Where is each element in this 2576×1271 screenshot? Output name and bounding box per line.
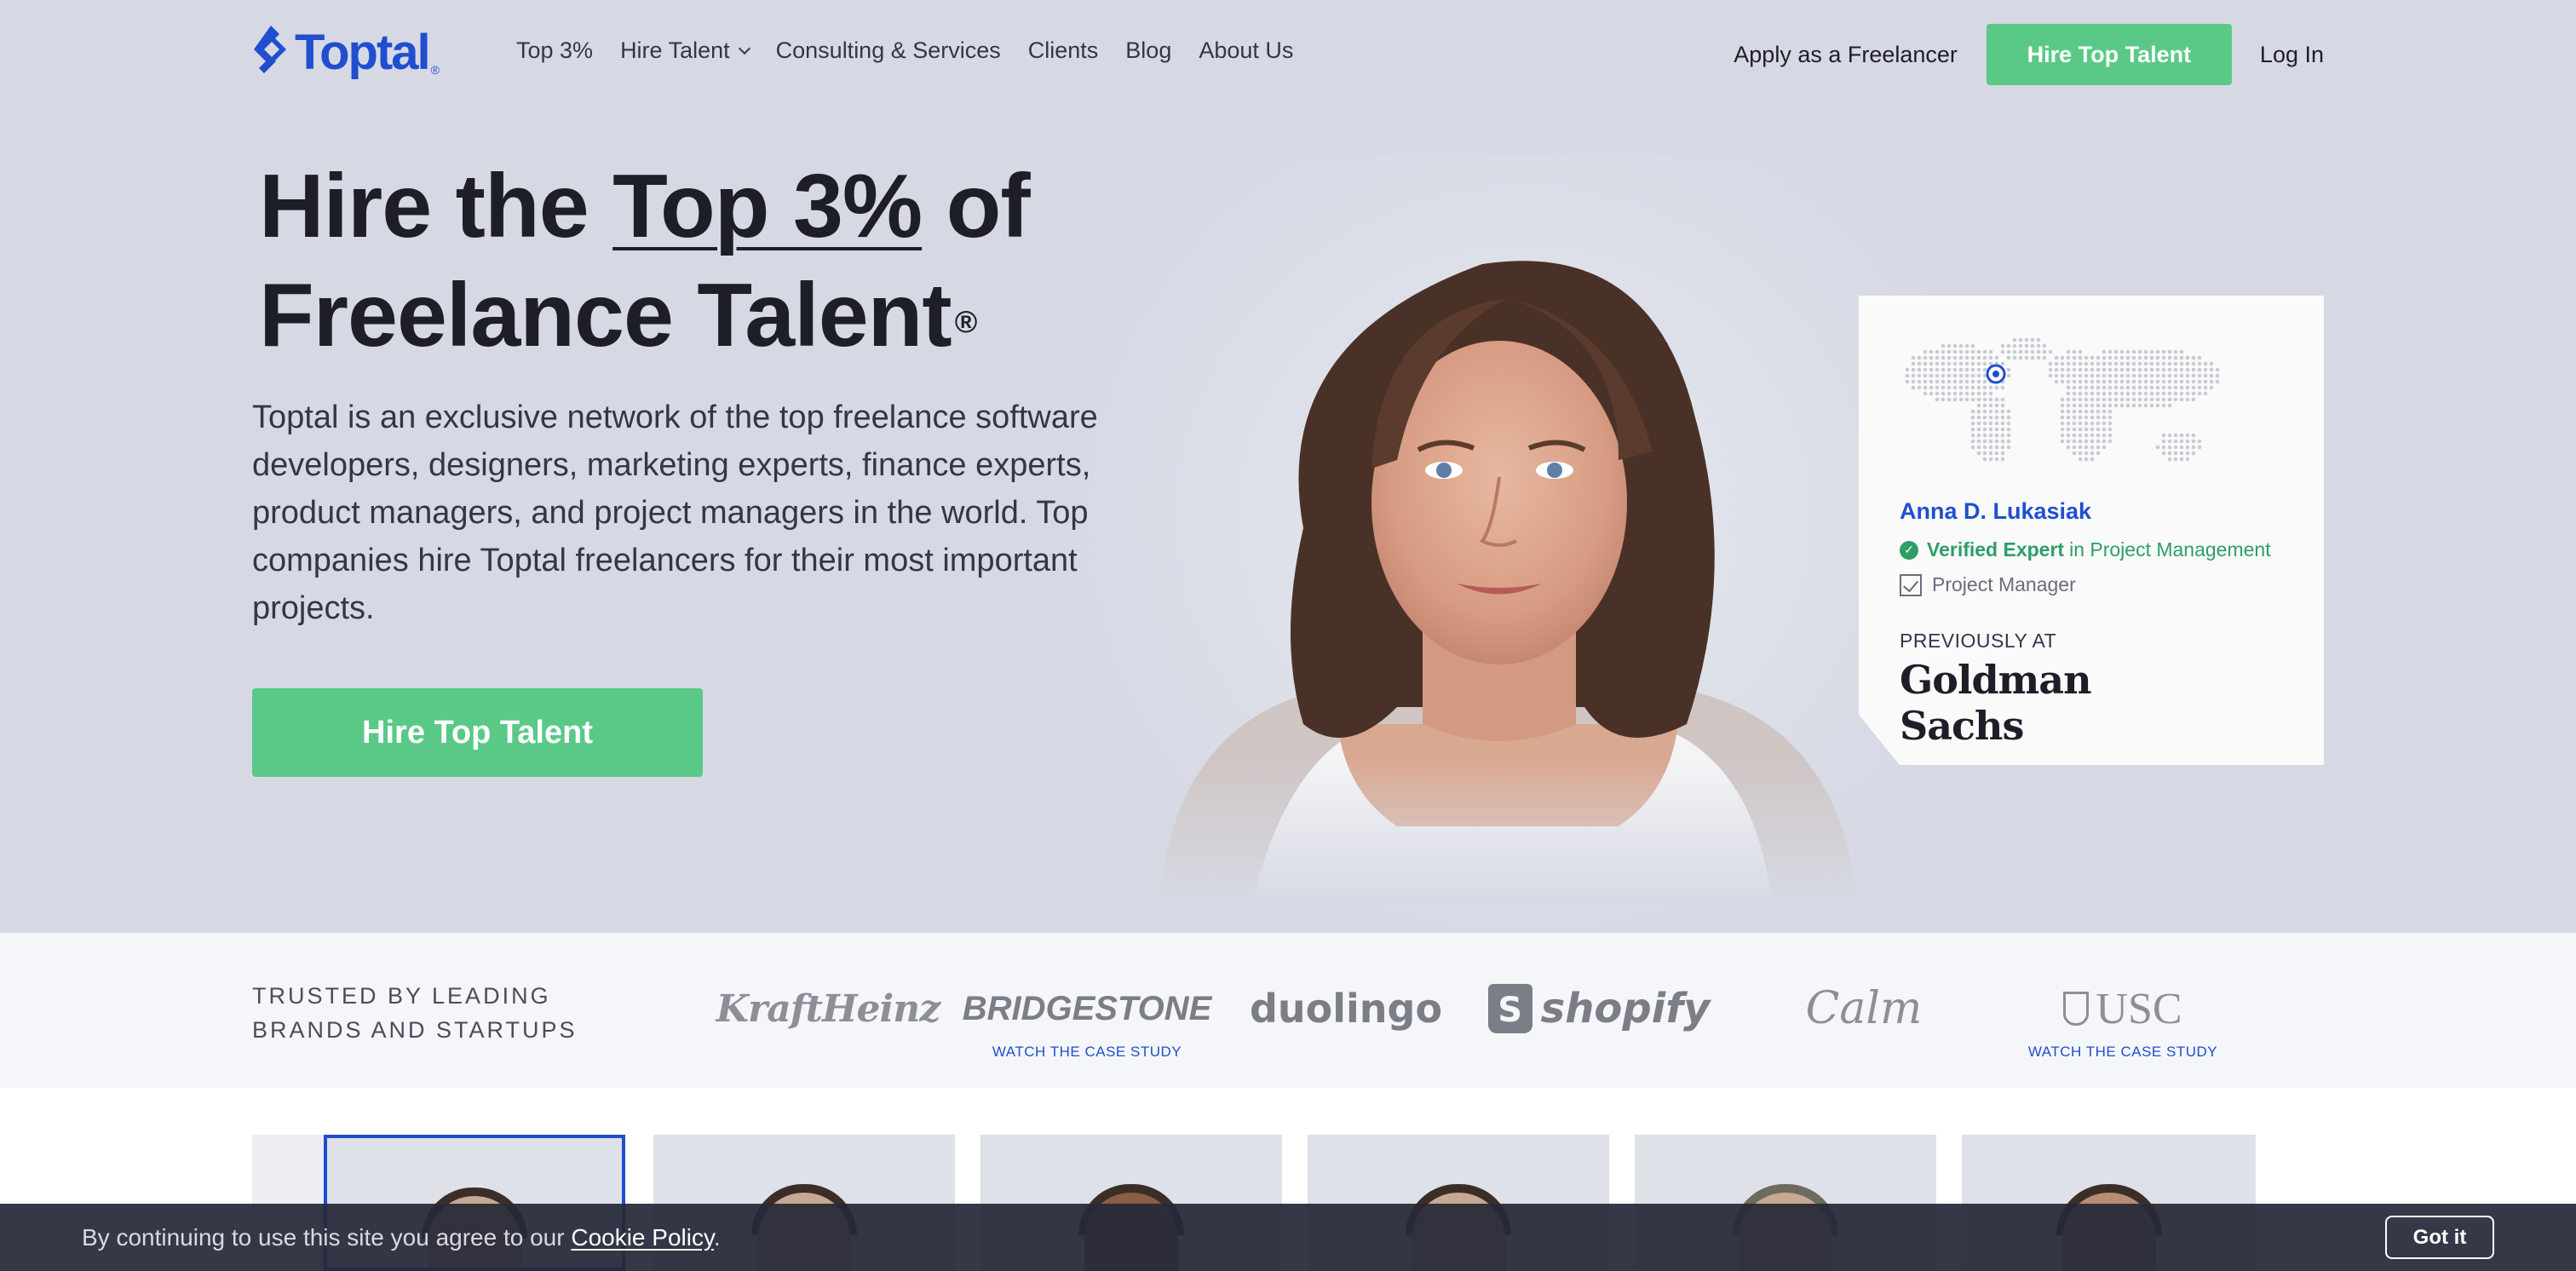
- verified-specialty: in Project Management: [2069, 538, 2271, 561]
- expert-profile-card[interactable]: Anna D. Lukasiak ✓ Verified Expert in Pr…: [1859, 296, 2324, 765]
- top-navigation: Toptal ® Top 3% Hire Talent Consulting &…: [0, 0, 2576, 111]
- bridgestone-logo: BRIDGESTONE: [962, 989, 1212, 1027]
- shopify-wordmark: shopify: [1540, 985, 1711, 1032]
- calm-logo: Calm: [1805, 983, 1923, 1034]
- verified-badge-icon: ✓: [1900, 540, 1918, 560]
- hero-section: Toptal ® Top 3% Hire Talent Consulting &…: [0, 0, 2576, 933]
- hero-intro: Toptal is an exclusive network of the to…: [252, 400, 1098, 626]
- headline-line2: Freelance Talent: [259, 265, 952, 365]
- headline-highlight: Top 3%: [612, 156, 923, 256]
- headline-prefix: Hire the: [259, 156, 613, 256]
- nav-link-label: Hire Talent: [620, 37, 730, 63]
- expert-role: Project Manager: [1932, 573, 2076, 595]
- nav-link-clients[interactable]: Clients: [1028, 37, 1099, 64]
- nav-link-label: Blog: [1125, 37, 1172, 63]
- cookie-consent-bar: By continuing to use this site you agree…: [0, 1204, 2576, 1271]
- nav-actions: Apply as a Freelancer Hire Top Talent Lo…: [1734, 24, 2324, 85]
- logo-wordmark: Toptal: [295, 25, 431, 80]
- expert-name: Anna D. Lukasiak: [1900, 498, 2092, 524]
- shopify-logo: Sshopify: [1487, 979, 1711, 1038]
- headline-suffix: of: [922, 156, 1031, 256]
- nav-link-about[interactable]: About Us: [1199, 37, 1293, 64]
- nav-link-label: About Us: [1199, 37, 1294, 63]
- nav-link-top-3[interactable]: Top 3%: [516, 37, 593, 64]
- cookie-policy-link[interactable]: Cookie Policy: [571, 1224, 714, 1251]
- nav-link-hire-talent[interactable]: Hire Talent: [620, 37, 750, 64]
- previous-company-logo: Goldman Sachs: [1900, 657, 2092, 749]
- expert-portrait: [1141, 261, 1874, 903]
- brand-bridgestone: BRIDGESTONE WATCH THE CASE STUDY: [963, 979, 1212, 1061]
- verified-label: Verified Expert: [1927, 538, 2065, 561]
- brand-calm: Calm: [1805, 979, 1923, 1038]
- usc-shield-icon: [2063, 992, 2090, 1026]
- shopify-bag-icon: S: [1487, 984, 1532, 1033]
- kraftheinz-logo: KraftHeinz: [716, 986, 940, 1031]
- world-map-graphic: [1905, 337, 2220, 462]
- role-checkbox-icon: [1900, 573, 1922, 596]
- brand-usc: USC WATCH THE CASE STUDY: [2027, 979, 2218, 1061]
- brand-shopify: Sshopify: [1487, 979, 1710, 1038]
- nav-link-blog[interactable]: Blog: [1125, 37, 1171, 64]
- brand-kraftheinz: KraftHeinz: [716, 979, 940, 1038]
- usc-logo: USC: [2063, 979, 2182, 1038]
- previously-at-label: PREVIOUSLY AT: [1900, 630, 2057, 652]
- trusted-label: TRUSTED BY LEADING BRANDS AND STARTUPS: [252, 983, 578, 1043]
- usc-wordmark: USC: [2096, 984, 2182, 1033]
- nav-link-label: Consulting & Services: [775, 37, 1001, 63]
- nav-link-label: Top 3%: [516, 37, 594, 63]
- usc-case-study-link[interactable]: WATCH THE CASE STUDY: [2028, 1044, 2217, 1061]
- nav-link-consulting[interactable]: Consulting & Services: [776, 37, 1001, 64]
- cookie-message: By continuing to use this site you agree…: [82, 1224, 721, 1251]
- main-menu: Top 3% Hire Talent Consulting & Services…: [516, 37, 1320, 64]
- cookie-text: By continuing to use this site you agree…: [82, 1223, 572, 1251]
- trusted-brands-strip: TRUSTED BY LEADING BRANDS AND STARTUPS K…: [0, 933, 2576, 1088]
- bridgestone-case-study-link[interactable]: WATCH THE CASE STUDY: [992, 1044, 1182, 1061]
- verified-expert-line: ✓ Verified Expert in Project Management: [1900, 538, 2271, 561]
- chevron-down-icon: [738, 42, 750, 55]
- nav-link-label: Clients: [1027, 37, 1099, 63]
- hire-top-talent-nav-button[interactable]: Hire Top Talent: [1986, 24, 2232, 85]
- toptal-mark-icon: [254, 26, 286, 73]
- brand-duolingo: duolingo: [1249, 979, 1443, 1038]
- hire-top-talent-hero-button[interactable]: Hire Top Talent: [252, 688, 703, 777]
- cookie-accept-button[interactable]: Got it: [2385, 1216, 2494, 1259]
- apply-freelancer-link[interactable]: Apply as a Freelancer: [1734, 42, 1958, 68]
- toptal-logo[interactable]: Toptal ®: [250, 26, 440, 80]
- headline-registered-mark: ®: [954, 304, 978, 339]
- expert-role-line: Project Manager: [1900, 573, 2076, 596]
- duolingo-logo: duolingo: [1249, 986, 1443, 1032]
- cookie-suffix: .: [713, 1223, 721, 1251]
- logo-registered-mark: ®: [430, 63, 440, 77]
- login-link[interactable]: Log In: [2260, 42, 2324, 68]
- hero-headline: Hire the Top 3% of Freelance Talent ®: [259, 152, 1031, 370]
